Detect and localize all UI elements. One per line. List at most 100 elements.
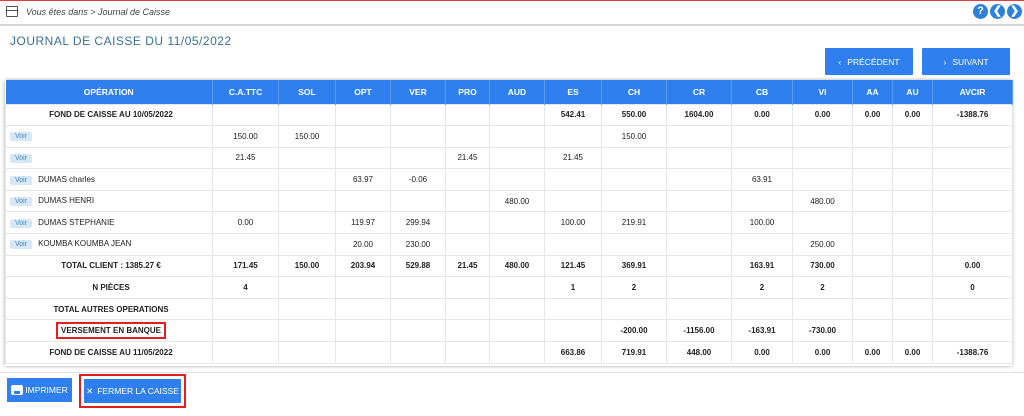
table-cell: 21.45: [212, 146, 279, 170]
operation-cell: TOTAL AUTRES OPERATIONS: [5, 297, 213, 321]
table-row: FOND DE CAISSE AU 10/05/2022 542.41 550.00…: [5, 103, 1013, 127]
column-header: C.A.TTC: [212, 80, 279, 104]
table-cell: 21.45: [445, 254, 490, 278]
operation-label: TOTAL AUTRES OPERATIONS: [53, 304, 169, 314]
operation-label: TOTAL CLIENT : 1385.27 €: [61, 261, 161, 271]
operation-label: FOND DE CAISSE AU 10/05/2022: [49, 110, 173, 120]
table-cell: 730.00: [792, 254, 853, 278]
table-cell: [212, 189, 279, 213]
chevron-left-icon: ‹: [838, 56, 842, 67]
operation-label: DUMAS charles: [38, 174, 95, 184]
table-cell: [852, 276, 893, 299]
table-cell: [390, 297, 446, 321]
view-button[interactable]: Voir: [10, 175, 33, 185]
operation-label: N PIÈCES: [92, 283, 130, 293]
table-cell: [932, 168, 1013, 191]
table-cell: -1388.76: [932, 341, 1013, 364]
top-icons: ? ❮ ❯: [973, 4, 1022, 19]
column-header: AU: [892, 80, 933, 104]
table-row: Voir 21.45 21.45 21.45: [5, 146, 1013, 170]
table-cell: 2: [731, 276, 793, 299]
view-button[interactable]: Voir: [10, 132, 33, 142]
table-cell: [445, 211, 490, 235]
column-header: AVCIR: [932, 80, 1013, 104]
table-cell: [445, 168, 490, 191]
table-cell: 448.00: [666, 341, 732, 364]
view-button[interactable]: Voir: [10, 240, 33, 250]
table-cell: [278, 146, 336, 170]
table-cell: [666, 233, 732, 256]
table-cell: [489, 319, 545, 343]
table-cell: 4: [212, 276, 279, 299]
table-cell: [278, 103, 336, 127]
table-cell: 0.00: [932, 254, 1013, 278]
help-icon[interactable]: ?: [973, 4, 988, 19]
table-cell: 21.45: [445, 146, 490, 170]
table-cell: 0.00: [892, 103, 933, 127]
table-cell: -730.00: [792, 319, 853, 343]
table-cell: [666, 276, 732, 299]
table-cell: 250.00: [792, 233, 853, 256]
table-cell: 0.00: [792, 103, 853, 127]
operation-cell: FOND DE CAISSE AU 10/05/2022: [5, 103, 213, 127]
table-row: FOND DE CAISSE AU 11/05/2022 663.86 719.91…: [5, 341, 1013, 364]
previous-button[interactable]: ‹ PRÉCÉDENT: [825, 48, 913, 75]
table-cell: 100.00: [544, 211, 602, 235]
table-cell: 2: [792, 276, 853, 299]
table-cell: [335, 146, 391, 170]
table-cell: [489, 211, 545, 235]
table-cell: [792, 297, 853, 321]
table-cell: 0.00: [892, 341, 933, 364]
table-cell: [489, 125, 545, 148]
table-cell: [892, 297, 933, 321]
document-icon: [6, 6, 18, 17]
table-cell: 0.00: [852, 341, 893, 364]
table-cell: [544, 168, 602, 191]
table-cell: [852, 168, 893, 191]
table-cell: 480.00: [489, 254, 545, 278]
bank-deposit-label: VERSEMENT EN BANQUE: [55, 322, 166, 340]
table-cell: [390, 189, 446, 213]
table-cell: [731, 233, 793, 256]
table-cell: [335, 319, 391, 343]
table-cell: 369.91: [601, 254, 667, 278]
view-button[interactable]: Voir: [10, 218, 33, 228]
table-cell: [544, 189, 602, 213]
table-cell: [932, 125, 1013, 148]
table-cell: [335, 189, 391, 213]
table-cell: -1156.00: [666, 319, 732, 343]
table-cell: 529.88: [390, 254, 446, 278]
column-header: CH: [601, 80, 667, 104]
table-cell: [852, 233, 893, 256]
view-button[interactable]: Voir: [10, 153, 33, 163]
table-cell: 121.45: [544, 254, 602, 278]
table-cell: [852, 211, 893, 235]
table-cell: 719.91: [601, 341, 667, 364]
table-cell: [212, 341, 279, 364]
table-cell: [445, 103, 490, 127]
table-cell: [445, 341, 490, 364]
column-header: AUD: [489, 80, 545, 104]
close-register-button[interactable]: ✕ FERMER LA CAISSE: [84, 379, 181, 403]
table-cell: [731, 189, 793, 213]
table-cell: [892, 125, 933, 148]
table-cell: 230.00: [390, 233, 446, 256]
column-header: SOL: [278, 80, 336, 104]
next-button[interactable]: › SUIVANT: [922, 48, 1010, 75]
operation-label: DUMAS STEPHANIE: [38, 217, 115, 227]
table-cell: [489, 103, 545, 127]
table-cell: [335, 125, 391, 148]
forward-icon[interactable]: ❯: [1007, 4, 1022, 19]
table-cell: 21.45: [544, 146, 602, 170]
operation-cell: FOND DE CAISSE AU 11/05/2022: [5, 341, 213, 364]
previous-label: PRÉCÉDENT: [847, 56, 900, 67]
table-cell: 542.41: [544, 103, 602, 127]
table-cell: 150.00: [278, 254, 336, 278]
print-button[interactable]: IMPRIMER: [7, 378, 72, 402]
operation-cell: Voir DUMAS charles: [5, 168, 213, 191]
table-cell: [278, 211, 336, 235]
view-button[interactable]: Voir: [10, 197, 33, 207]
table-cell: [390, 341, 446, 364]
page-title: JOURNAL DE CAISSE DU 11/05/2022: [10, 34, 232, 48]
back-icon[interactable]: ❮: [990, 4, 1005, 19]
